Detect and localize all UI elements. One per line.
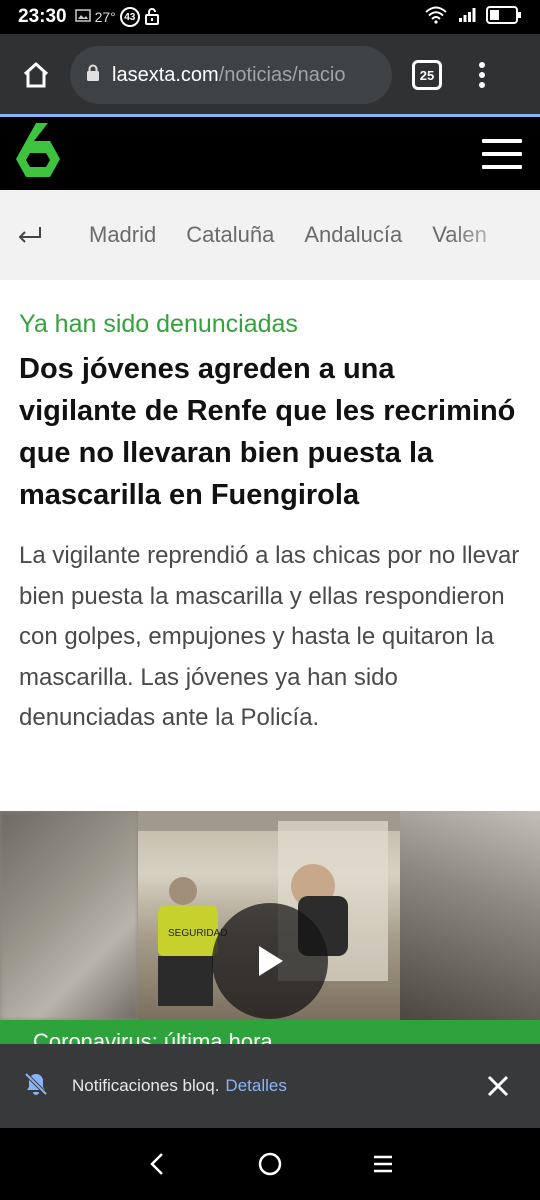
- video-blur-right: [400, 811, 540, 1020]
- tab-switcher-button[interactable]: 25: [412, 60, 442, 90]
- article-headline[interactable]: Dos jóvenes agreden a una vigilante de R…: [19, 348, 520, 516]
- notification-text: Notificaciones bloq.: [72, 1076, 220, 1095]
- url-text: lasexta.com/noticias/nacio: [112, 64, 345, 87]
- lock-open-icon: [144, 7, 160, 28]
- system-nav-bar: [0, 1128, 540, 1200]
- region-link-cataluna[interactable]: Cataluña: [186, 222, 274, 248]
- image-icon: [74, 9, 91, 25]
- status-left-icons: 27° 43: [74, 7, 160, 28]
- battery-icon: [486, 5, 522, 29]
- lock-icon: [86, 64, 100, 87]
- recents-menu-icon[interactable]: [363, 1144, 403, 1184]
- notification-bar: Notificaciones bloq. Detalles: [0, 1044, 540, 1128]
- news-ticker[interactable]: Coronavirus: última hora: [0, 1020, 540, 1044]
- hamburger-menu-icon[interactable]: [482, 138, 522, 169]
- lasexta-logo[interactable]: [14, 123, 62, 184]
- close-icon[interactable]: [484, 1072, 512, 1100]
- back-icon[interactable]: [137, 1144, 177, 1184]
- notifications-off-icon: [22, 1070, 50, 1103]
- region-link-madrid[interactable]: Madrid: [89, 222, 156, 248]
- url-domain: lasexta.com: [112, 63, 219, 86]
- article-summary: La vigilante reprendió a las chicas por …: [19, 542, 520, 731]
- wifi-icon: [424, 6, 448, 29]
- home-icon: [23, 62, 49, 88]
- video-blur-left: [0, 811, 138, 1020]
- region-nav: Madrid Cataluña Andalucía Valen: [0, 190, 540, 280]
- article: Ya han sido denunciadas Dos jóvenes agre…: [0, 280, 540, 811]
- scroll-fade: [450, 190, 540, 280]
- home-button[interactable]: [14, 53, 58, 97]
- url-path: /noticias/nacio: [218, 63, 346, 86]
- browser-toolbar: lasexta.com/noticias/nacio 25: [0, 34, 540, 116]
- details-link[interactable]: Detalles: [225, 1076, 286, 1096]
- return-arrow-icon[interactable]: [0, 190, 60, 280]
- ticker-text: Coronavirus: última hora: [33, 1029, 273, 1044]
- play-button[interactable]: [212, 903, 328, 1019]
- temperature: 27°: [94, 9, 116, 25]
- overflow-menu-icon[interactable]: [472, 60, 492, 90]
- status-right-icons: [424, 5, 522, 29]
- address-bar[interactable]: lasexta.com/noticias/nacio: [70, 46, 392, 104]
- site-header: [0, 117, 540, 190]
- notification-count-badge: 43: [119, 7, 140, 27]
- signal-icon: [458, 7, 476, 28]
- home-circle-icon[interactable]: [250, 1144, 290, 1184]
- article-kicker: Ya han sido denunciadas: [19, 310, 298, 338]
- region-link-andalucia[interactable]: Andalucía: [304, 222, 402, 248]
- status-bar: 23:30 27° 43: [0, 0, 540, 34]
- status-time: 23:30: [18, 6, 67, 27]
- play-icon: [259, 946, 283, 976]
